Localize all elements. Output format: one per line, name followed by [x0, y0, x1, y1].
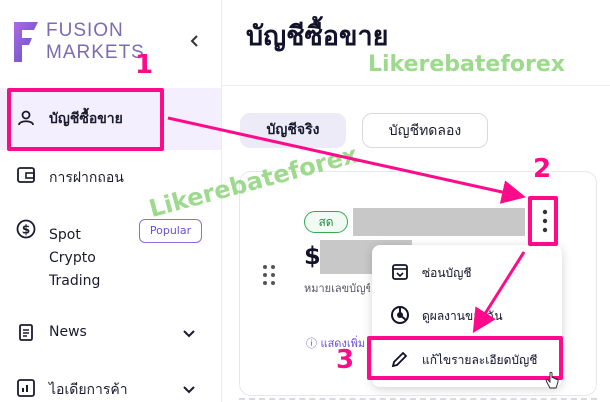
sidebar-item-label: การฝากถอน	[49, 170, 124, 186]
drag-handle-icon[interactable]	[262, 264, 276, 286]
popular-badge: Popular	[139, 219, 202, 243]
sidebar-item-label: News	[49, 324, 87, 340]
info-icon: ⓘ	[306, 337, 317, 350]
redacted-account-info	[353, 208, 525, 236]
balance-currency: $	[304, 242, 321, 270]
sidebar-item-label: ไอเดียการค้า	[49, 382, 128, 398]
highlight-edit-item	[367, 336, 563, 380]
sidebar-item-trading-ideas[interactable]: ไอเดียการค้า	[0, 372, 221, 402]
chevron-down-icon[interactable]	[182, 382, 196, 396]
svg-text:$: $	[22, 223, 30, 237]
tab-live-account[interactable]: บัญชีจริง	[240, 113, 346, 148]
archive-icon	[392, 264, 408, 280]
performance-icon	[391, 306, 409, 324]
watermark-top: Likerebateforex	[368, 52, 565, 77]
account-number-label: หมายเลขบัญชี	[304, 282, 370, 295]
step-number-2: 2	[533, 154, 552, 184]
card-divider	[239, 398, 597, 400]
menu-item-view-performance[interactable]: ดูผลงานของฉัน	[372, 297, 562, 333]
hand-cursor-icon	[545, 372, 559, 389]
sidebar-item-news[interactable]: News	[0, 316, 221, 350]
logo-text: FUSION MARKETS	[46, 20, 145, 63]
step-number-3: 3	[336, 345, 355, 375]
page-title: บัญชีซื้อขาย	[246, 21, 389, 52]
tab-demo-account[interactable]: บัญชีทดลอง	[362, 113, 488, 148]
fusion-logo-icon	[14, 22, 38, 62]
sidebar-item-label: Spot Crypto Trading	[49, 227, 101, 289]
header-divider	[222, 85, 610, 86]
chevron-left-icon[interactable]	[186, 32, 204, 50]
dollar-circle-icon: $	[16, 219, 36, 239]
clipboard-icon	[19, 324, 33, 341]
step-number-1: 1	[135, 50, 154, 80]
highlight-sidebar-item	[7, 88, 164, 151]
status-badge: สด	[304, 211, 348, 233]
wallet-icon	[17, 167, 35, 183]
highlight-kebab	[528, 196, 558, 246]
chevron-down-icon[interactable]	[182, 326, 196, 340]
chart-icon	[17, 379, 35, 397]
menu-item-hide-account[interactable]: ซ่อนบัญชี	[372, 254, 562, 290]
